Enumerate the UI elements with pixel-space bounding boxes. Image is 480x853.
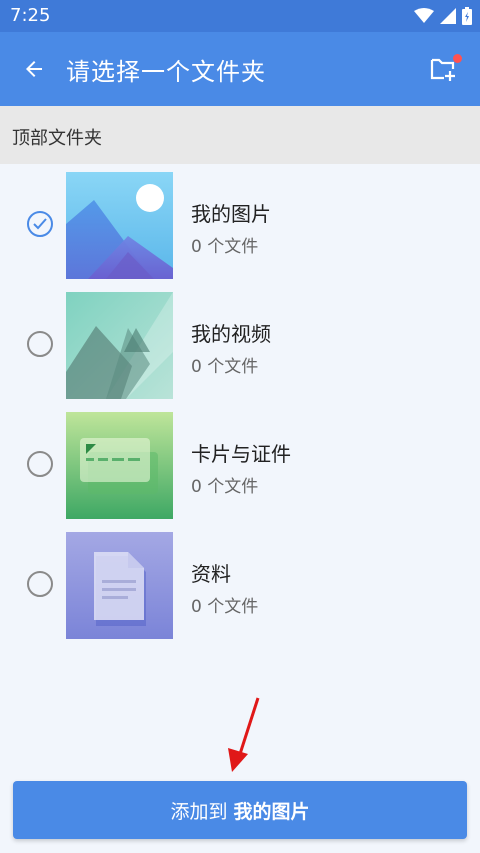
radio-unchecked[interactable] (27, 331, 53, 357)
add-button-target: 我的图片 (233, 800, 310, 823)
section-header: 顶部文件夹 (0, 106, 480, 164)
documents-thumbnail (66, 532, 173, 639)
radio-unchecked[interactable] (27, 451, 53, 477)
pictures-thumbnail (66, 172, 173, 279)
folder-name: 卡片与证件 (191, 442, 291, 466)
add-button-prefix: 添加到 (170, 800, 228, 823)
radio-checked[interactable] (27, 211, 53, 237)
status-icons (414, 6, 472, 26)
status-time: 7:25 (10, 5, 51, 26)
folder-item-documents[interactable]: 资料 0 个文件 (0, 524, 480, 644)
folder-name: 我的图片 (191, 202, 271, 226)
section-title: 顶部文件夹 (12, 128, 102, 149)
app-bar: 请选择一个文件夹 (0, 32, 480, 106)
cards-thumbnail (66, 412, 173, 519)
wifi-icon (414, 8, 434, 23)
folder-count: 0 个文件 (191, 237, 259, 257)
videos-thumbnail (66, 292, 173, 399)
folder-list: 我的图片 0 个文件 我的视频 0 个文件 卡片与证件 0 个文件 资料 0 个… (0, 164, 480, 644)
page-title: 请选择一个文件夹 (66, 58, 266, 86)
folder-count: 0 个文件 (191, 477, 259, 497)
annotation-arrow-icon (228, 697, 260, 772)
cell-signal-icon (440, 8, 456, 24)
folder-count: 0 个文件 (191, 357, 259, 377)
notification-dot (453, 54, 462, 63)
battery-icon (462, 7, 472, 25)
folder-name: 我的视频 (191, 322, 271, 346)
back-button[interactable] (16, 51, 52, 87)
folder-count: 0 个文件 (191, 597, 259, 617)
status-bar: 7:25 (0, 0, 480, 32)
folder-item-cards[interactable]: 卡片与证件 0 个文件 (0, 404, 480, 524)
folder-name: 资料 (191, 562, 231, 586)
check-icon (33, 218, 47, 230)
add-to-folder-button[interactable]: 添加到 我的图片 (13, 781, 467, 839)
new-folder-button[interactable] (424, 50, 462, 88)
arrow-left-icon (26, 61, 42, 77)
radio-unchecked[interactable] (27, 571, 53, 597)
folder-item-videos[interactable]: 我的视频 0 个文件 (0, 284, 480, 404)
folder-item-pictures[interactable]: 我的图片 0 个文件 (0, 164, 480, 284)
